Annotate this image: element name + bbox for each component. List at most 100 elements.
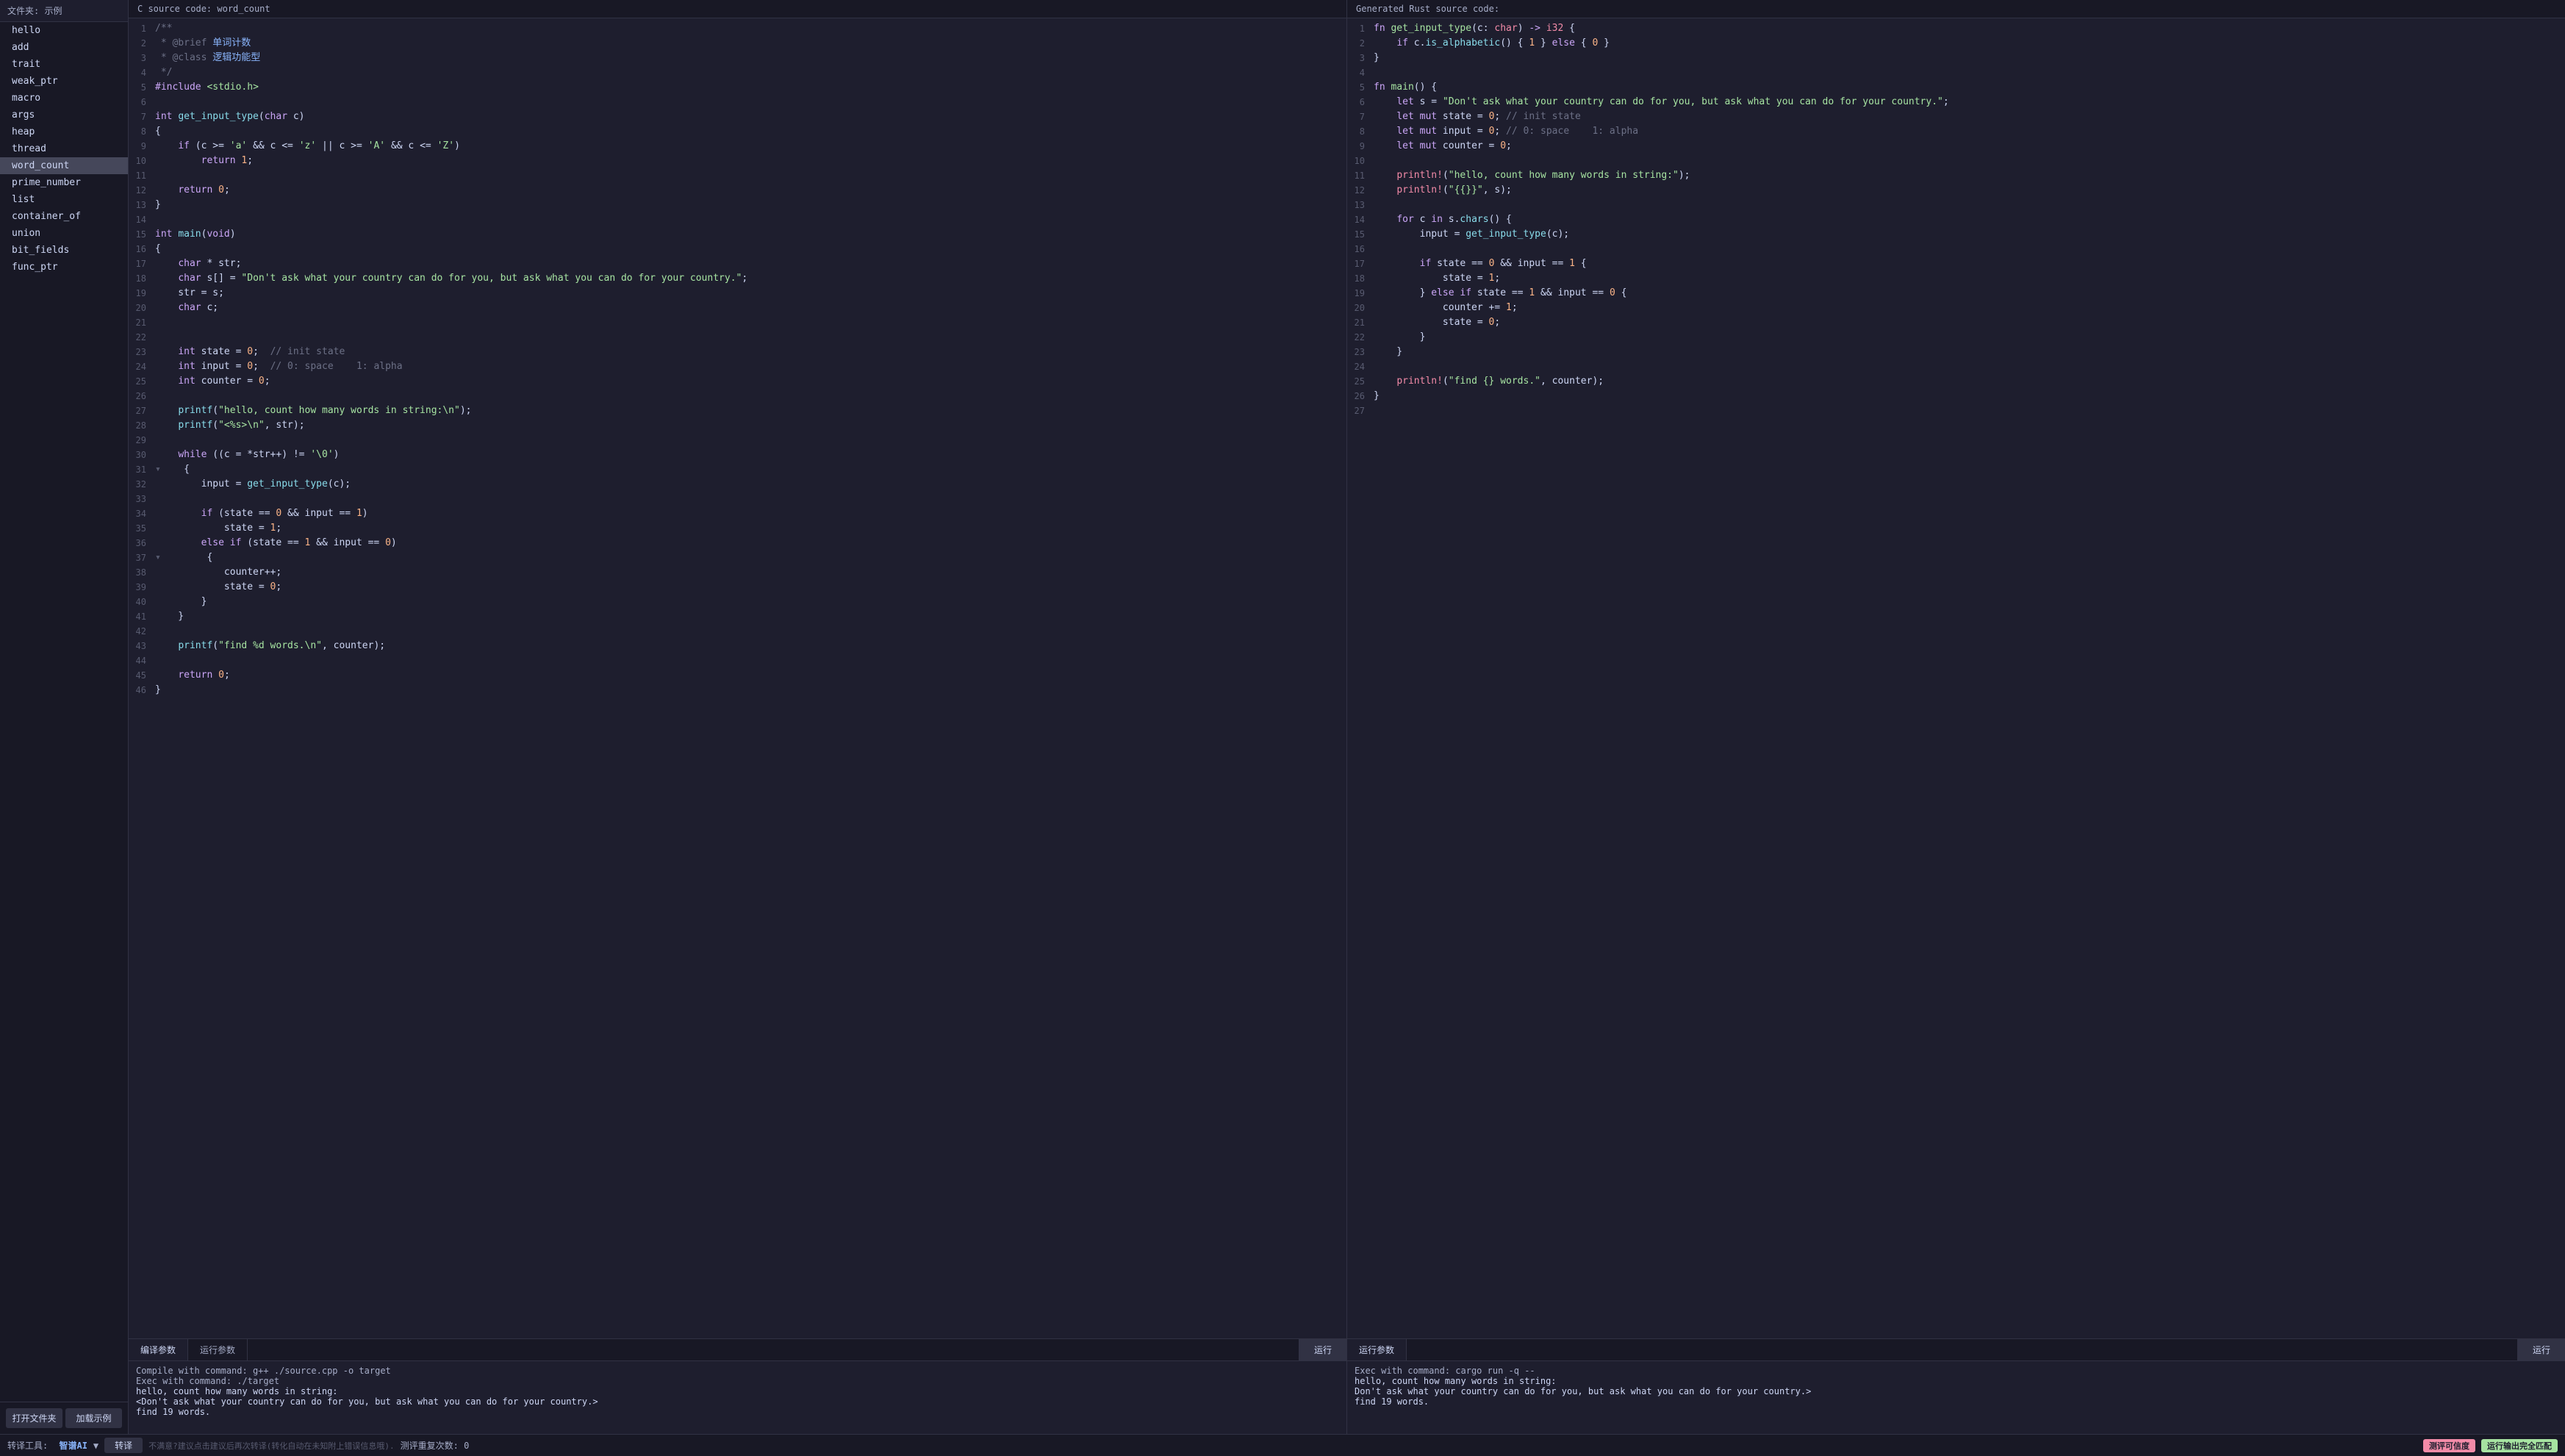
footer-tool-label: 转译工具: 智谱AI [7,1439,87,1452]
table-row: 7 let mut state = 0; // init state [1347,110,2565,124]
table-row: 25 int counter = 0; [129,374,1346,389]
table-row: 15 input = get_input_type(c); [1347,227,2565,242]
right-panel-header: Generated Rust source code: [1347,0,2565,18]
tool-label-text: 转译工具: [7,1439,48,1452]
table-row: 20 char c; [129,301,1346,315]
sidebar-item-add[interactable]: add [0,39,128,56]
table-row: 7int get_input_type(char c) [129,110,1346,124]
table-row: 26} [1347,389,2565,404]
table-row: 5fn main() { [1347,80,2565,95]
table-row: 4 [1347,65,2565,80]
sidebar-item-hello[interactable]: hello [0,22,128,39]
sidebar-item-args[interactable]: args [0,107,128,123]
table-row: 26 [129,389,1346,404]
table-row: 10 return 1; [129,154,1346,168]
table-row: 28 printf("<%s>\n", str); [129,418,1346,433]
table-row: 18 char s[] = "Don't ask what your count… [129,271,1346,286]
table-row: 16{ [129,242,1346,257]
table-row: 19 } else if state == 1 && input == 0 { [1347,286,2565,301]
table-row: 21 [129,315,1346,330]
table-row: 21 state = 0; [1347,315,2565,330]
sidebar-item-bit_fields[interactable]: bit_fields [0,242,128,259]
table-row: 12 println!("{{}}", s); [1347,183,2565,198]
right-code-area[interactable]: 1fn get_input_type(c: char) -> i32 { 2 i… [1347,18,2565,1338]
table-row: 3} [1347,51,2565,65]
main-panels: C source code: word_count 1/** 2 * @brie… [129,0,2565,1434]
table-row: 6 let s = "Don't ask what your country c… [1347,95,2565,110]
dropdown-arrow-icon[interactable]: ▼ [93,1441,98,1451]
table-row: 10 [1347,154,2565,168]
bottom-left-output: Compile with command: g++ ./source.cpp -… [129,1361,1346,1434]
table-row: 37▾ { [129,551,1346,565]
table-row: 24 int input = 0; // 0: space 1: alpha [129,359,1346,374]
sidebar-item-prime_number[interactable]: prime_number [0,174,128,191]
table-row: 43 printf("find %d words.\n", counter); [129,639,1346,653]
bottom-panels: 编译参数 运行参数 运行 Compile with command: g++ .… [129,1338,2565,1434]
table-row: 14 [129,212,1346,227]
left-code-area[interactable]: 1/** 2 * @brief 单词计数 3 * @class 逻辑功能型 4 … [129,18,1346,1338]
table-row: 22 } [1347,330,2565,345]
table-row: 32 input = get_input_type(c); [129,477,1346,492]
table-row: 9 let mut counter = 0; [1347,139,2565,154]
table-row: 30 while ((c = *str++) != '\0') [129,448,1346,462]
match-badge: 运行输出完全匹配 [2481,1439,2558,1452]
table-row: 38 counter++; [129,565,1346,580]
sidebar-list: hello add trait weak_ptr macro args heap… [0,22,128,1402]
open-folder-button[interactable]: 打开文件夹 [6,1408,62,1428]
sidebar-item-container_of[interactable]: container_of [0,208,128,225]
sidebar-item-union[interactable]: union [0,225,128,242]
table-row: 18 state = 1; [1347,271,2565,286]
table-row: 9 if (c >= 'a' && c <= 'z' || c >= 'A' &… [129,139,1346,154]
table-row: 42 [129,624,1346,639]
table-row: 33 [129,492,1346,506]
sidebar-item-list[interactable]: list [0,191,128,208]
table-row: 41 } [129,609,1346,624]
table-row: 34 if (state == 0 && input == 1) [129,506,1346,521]
translate-button[interactable]: 转译 [104,1438,143,1453]
tool-name: 智谱AI [59,1439,87,1452]
table-row: 24 [1347,359,2565,374]
table-row: 13} [129,198,1346,212]
table-row: 11 println!("hello, count how many words… [1347,168,2565,183]
sidebar-item-func_ptr[interactable]: func_ptr [0,259,128,276]
table-row: 23 int state = 0; // init state [129,345,1346,359]
table-row: 2 * @brief 单词计数 [129,36,1346,51]
footer-bar: 转译工具: 智谱AI ▼ 转译 不满意?建议点击建议后再次转译(转化自动在未知附… [0,1434,2565,1456]
table-row: 17 char * str; [129,257,1346,271]
load-example-button[interactable]: 加载示例 [65,1408,122,1428]
sidebar-item-macro[interactable]: macro [0,90,128,107]
bottom-left-header: 编译参数 运行参数 运行 [129,1339,1346,1361]
tab-compile-params[interactable]: 编译参数 [129,1339,188,1360]
table-row: 27 printf("hello, count how many words i… [129,404,1346,418]
sidebar-item-word_count[interactable]: word_count [0,157,128,174]
bottom-right-header: 运行参数 运行 [1347,1339,2565,1361]
sidebar-item-thread[interactable]: thread [0,140,128,157]
score-badge: 测评可信度 [2423,1439,2475,1452]
table-row: 40 } [129,595,1346,609]
table-row: 17 if state == 0 && input == 1 { [1347,257,2565,271]
footer-hint: 不满意?建议点击建议后再次转译(转化自动在未知附上错误信息哦). [148,1440,395,1452]
table-row: 39 state = 0; [129,580,1346,595]
right-panel: Generated Rust source code: 1fn get_inpu… [1347,0,2565,1338]
sidebar-item-heap[interactable]: heap [0,123,128,140]
table-row: 46} [129,683,1346,697]
bottom-left-panel: 编译参数 运行参数 运行 Compile with command: g++ .… [129,1339,1347,1434]
tab-run-params-right[interactable]: 运行参数 [1347,1339,1407,1360]
run-button-right[interactable]: 运行 [2517,1339,2565,1360]
table-row: 44 [129,653,1346,668]
table-row: 20 counter += 1; [1347,301,2565,315]
run-button-left[interactable]: 运行 [1299,1339,1346,1360]
left-panel: C source code: word_count 1/** 2 * @brie… [129,0,1347,1338]
table-row: 25 println!("find {} words.", counter); [1347,374,2565,389]
tab-run-params-left[interactable]: 运行参数 [188,1339,248,1360]
sidebar-item-weak_ptr[interactable]: weak_ptr [0,73,128,90]
table-row: 8 let mut input = 0; // 0: space 1: alph… [1347,124,2565,139]
table-row: 19 str = s; [129,286,1346,301]
sidebar-item-trait[interactable]: trait [0,56,128,73]
table-row: 8{ [129,124,1346,139]
table-row: 35 state = 1; [129,521,1346,536]
table-row: 1fn get_input_type(c: char) -> i32 { [1347,21,2565,36]
table-row: 36 else if (state == 1 && input == 0) [129,536,1346,551]
table-row: 14 for c in s.chars() { [1347,212,2565,227]
table-row: 1/** [129,21,1346,36]
